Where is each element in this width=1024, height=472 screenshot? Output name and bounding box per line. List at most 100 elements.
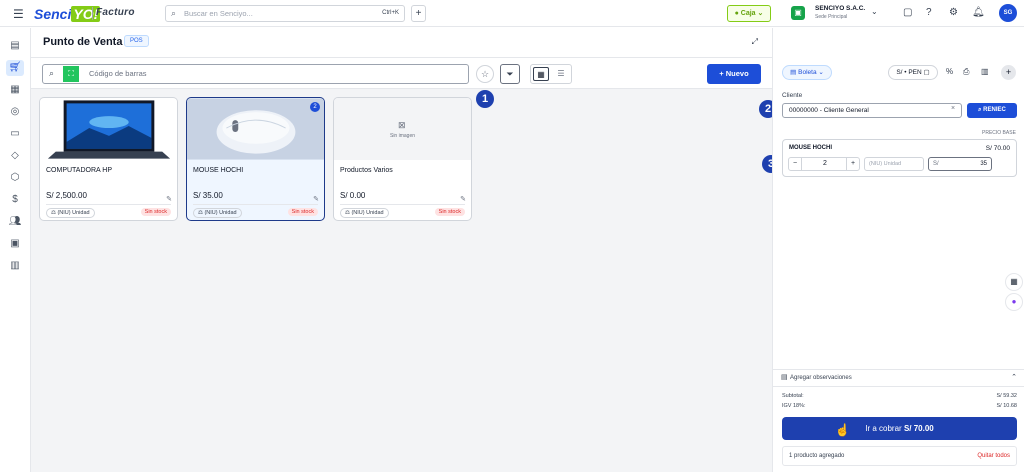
product-card[interactable]: COMPUTADORA HP S/ 2,500.00 ✎ ⚖ (NIU) Uni… bbox=[39, 97, 178, 221]
new-product-button[interactable]: + Nuevo bbox=[707, 64, 761, 84]
pos-badge: POS bbox=[124, 35, 149, 47]
line-product-name: MOUSE HOCHI bbox=[789, 145, 833, 151]
clear-icon[interactable]: × bbox=[951, 105, 955, 112]
no-image-placeholder: ⊠ Sin imagen bbox=[334, 98, 471, 160]
barcode-placeholder: Código de barras bbox=[89, 69, 147, 78]
tag-icon[interactable]: ◇ bbox=[6, 148, 24, 164]
unit-badge: ⚖ (NIU) Unidad bbox=[193, 208, 242, 218]
remove-all-button[interactable]: Quitar todos bbox=[977, 447, 1010, 465]
company-name[interactable]: SENCIYO S.A.C. bbox=[815, 5, 865, 12]
product-name: Productos Varios bbox=[340, 167, 393, 174]
cliente-label: Cliente bbox=[782, 92, 803, 99]
doc-type-select[interactable]: ▤ Boleta ⌄ bbox=[782, 65, 832, 80]
note-icon: ▤ bbox=[781, 374, 788, 381]
hamburger-menu-icon[interactable]: ☰ bbox=[13, 7, 24, 21]
global-search-input[interactable]: ⌕ Buscar en Senciyo... Ctrl+K bbox=[165, 5, 405, 22]
product-name: MOUSE HOCHI bbox=[193, 167, 244, 174]
subtotal-label: Subtotal: bbox=[782, 393, 804, 399]
cliente-input[interactable]: 00000000 - Cliente General bbox=[782, 103, 962, 118]
stock-badge: Sin stock bbox=[287, 208, 318, 216]
caja-button[interactable]: ● Caja ⌄ bbox=[727, 5, 771, 22]
price-field[interactable]: S/ 35 bbox=[928, 157, 992, 171]
edit-icon[interactable]: ✎ bbox=[313, 195, 319, 203]
discount-icon[interactable]: % bbox=[946, 67, 953, 76]
product-toolbar: ⌕ ⛶ Código de barras ☆ ⏷ ▦ ☰ + Nuevo bbox=[31, 58, 772, 89]
igv-row: IGV 18%: S/ 10.68 bbox=[782, 403, 1017, 409]
increment-button[interactable]: + bbox=[846, 158, 859, 170]
wallet-icon[interactable]: ▣ bbox=[6, 236, 24, 252]
unit-label: (NIU) Unidad bbox=[57, 210, 90, 216]
document-icon[interactable]: ▤ bbox=[6, 38, 24, 54]
company-branch: Sede Principal bbox=[815, 14, 848, 20]
app-logo[interactable]: Senci YO! bbox=[34, 6, 101, 22]
chat-icon[interactable]: ▢ bbox=[903, 7, 912, 18]
barcode-input[interactable]: ⌕ ⛶ Código de barras bbox=[42, 64, 469, 84]
bell-icon[interactable]: 🔔︎ bbox=[972, 7, 985, 18]
page-title: Punto de Venta bbox=[43, 36, 123, 48]
product-card[interactable]: ⊠ Sin imagen Productos Varios S/ 0.00 ✎ … bbox=[333, 97, 472, 221]
filter-button[interactable]: ⏷ bbox=[500, 64, 520, 84]
assistant-icon[interactable]: ● bbox=[1005, 293, 1023, 311]
subtotal-value: S/ 59.32 bbox=[996, 393, 1018, 399]
invoice-icon[interactable]: ▦ bbox=[6, 82, 24, 98]
precio-base-label: PRECIO BASE bbox=[982, 130, 1016, 136]
edit-icon[interactable]: ✎ bbox=[460, 195, 466, 203]
items-count: 1 producto agregado bbox=[789, 453, 845, 459]
observations-toggle[interactable]: ▤ Agregar observaciones ⌃ bbox=[773, 369, 1024, 387]
subtotal-row: Subtotal: S/ 59.32 bbox=[782, 393, 1017, 399]
view-toggle: ▦ ☰ bbox=[530, 64, 572, 84]
expand-icon[interactable]: ⤢ bbox=[752, 37, 758, 47]
quick-add-button[interactable]: + bbox=[411, 5, 426, 22]
unit-badge: ⚖ (NIU) Unidad bbox=[340, 208, 389, 218]
box-icon[interactable]: ⬡ bbox=[6, 170, 24, 186]
quantity-stepper: − 2 + bbox=[788, 157, 860, 171]
card-icon[interactable]: ▭ bbox=[6, 126, 24, 142]
unit-field[interactable]: (NIU) Unidad bbox=[864, 157, 924, 171]
price-value: 35 bbox=[980, 161, 987, 167]
apps-icon[interactable]: ▦ bbox=[1005, 273, 1023, 291]
no-image-text: Sin imagen bbox=[389, 133, 415, 139]
help-icon[interactable]: ? bbox=[926, 7, 932, 18]
sale-panel: ▤ Boleta ⌄ S/ • PEN ▢ % ⎙ ▥ + Cliente 00… bbox=[772, 28, 1024, 472]
scan-icon[interactable]: ⛶ bbox=[63, 66, 79, 82]
pointer-cursor-icon: ☝ bbox=[835, 423, 850, 437]
page-header: Punto de Venta POS ⤢ bbox=[31, 28, 772, 58]
barcode-icon[interactable]: ▥ bbox=[981, 67, 989, 76]
currency-select[interactable]: S/ • PEN ▢ bbox=[888, 65, 938, 80]
reniec-button[interactable]: ⌕ RENIEC bbox=[967, 103, 1017, 118]
main-area: Punto de Venta POS ⤢ ⌕ ⛶ Código de barra… bbox=[31, 28, 772, 472]
logo-text: Senci bbox=[34, 6, 72, 22]
no-image-icon: ⊠ bbox=[398, 120, 406, 130]
stock-badge: Sin stock bbox=[140, 208, 171, 216]
favorites-button[interactable]: ☆ bbox=[476, 65, 494, 83]
charge-button[interactable]: Ir a cobrar S/ 70.00 bbox=[782, 417, 1017, 440]
add-icon[interactable]: + bbox=[1001, 65, 1016, 80]
product-name: COMPUTADORA HP bbox=[46, 167, 112, 174]
observations-label: Agregar observaciones bbox=[790, 375, 852, 381]
product-card-selected[interactable]: 2 MOUSE HOCHI S/ 35.00 ✎ ⚖ (NIU) Unidad … bbox=[186, 97, 325, 221]
chevron-down-icon[interactable]: ⌄ bbox=[871, 7, 878, 16]
dollar-icon[interactable]: $ bbox=[6, 192, 24, 208]
cart-icon[interactable]: 🛒︎ bbox=[6, 60, 24, 76]
edit-icon[interactable]: ✎ bbox=[166, 195, 172, 203]
list-view-icon[interactable]: ☰ bbox=[553, 67, 569, 81]
company-icon: ▣ bbox=[791, 6, 805, 20]
product-price: S/ 2,500.00 bbox=[46, 191, 87, 200]
doc-type-label: Boleta bbox=[798, 69, 817, 76]
users-icon[interactable]: 👥︎ bbox=[6, 214, 24, 230]
stock-badge: Sin stock bbox=[434, 208, 465, 216]
chart-icon[interactable]: ▥ bbox=[6, 258, 24, 274]
print-icon[interactable]: ⎙ bbox=[963, 67, 969, 77]
currency-label: S/ • PEN bbox=[896, 69, 922, 76]
decrement-button[interactable]: − bbox=[789, 158, 802, 170]
divider bbox=[193, 204, 318, 205]
gear-icon[interactable]: ⚙ bbox=[949, 7, 958, 18]
igv-value: S/ 10.68 bbox=[996, 403, 1018, 409]
avatar[interactable]: SG bbox=[999, 4, 1017, 22]
caja-label: Caja bbox=[740, 10, 756, 17]
price-currency: S/ bbox=[933, 161, 939, 167]
coins-icon[interactable]: ◎ bbox=[6, 104, 24, 120]
grid-view-icon[interactable]: ▦ bbox=[533, 67, 549, 81]
new-label: Nuevo bbox=[725, 69, 749, 78]
quantity-value[interactable]: 2 bbox=[802, 158, 848, 170]
